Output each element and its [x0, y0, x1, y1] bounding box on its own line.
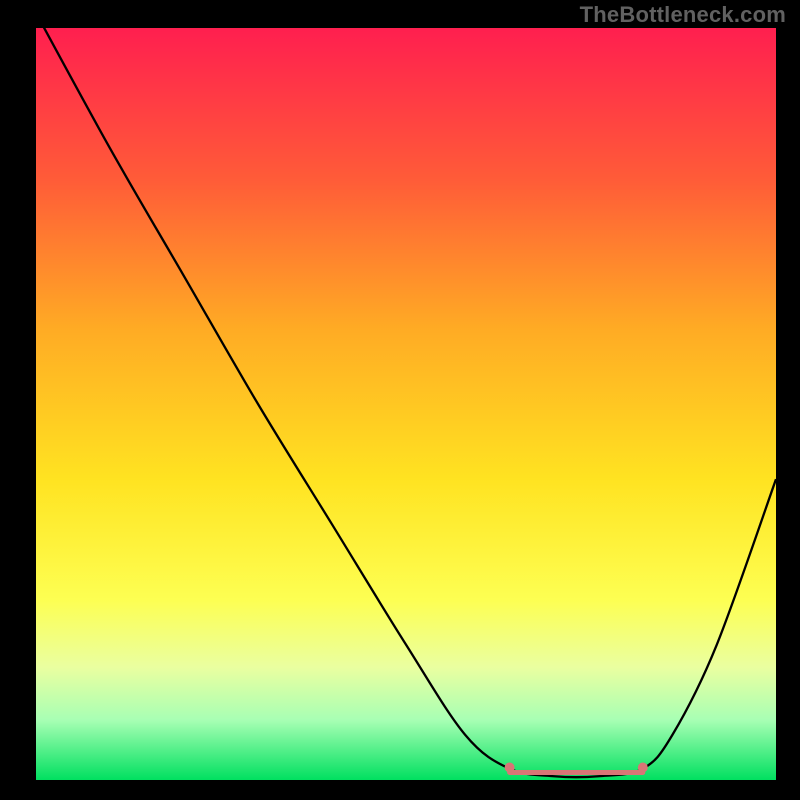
optimal-range-marker-left: [505, 762, 515, 772]
watermark-text: TheBottleneck.com: [580, 2, 786, 28]
plot-background: [36, 28, 776, 780]
chart-frame: TheBottleneck.com: [0, 0, 800, 800]
optimal-range-marker-right: [638, 762, 648, 772]
bottleneck-chart: [0, 0, 800, 800]
